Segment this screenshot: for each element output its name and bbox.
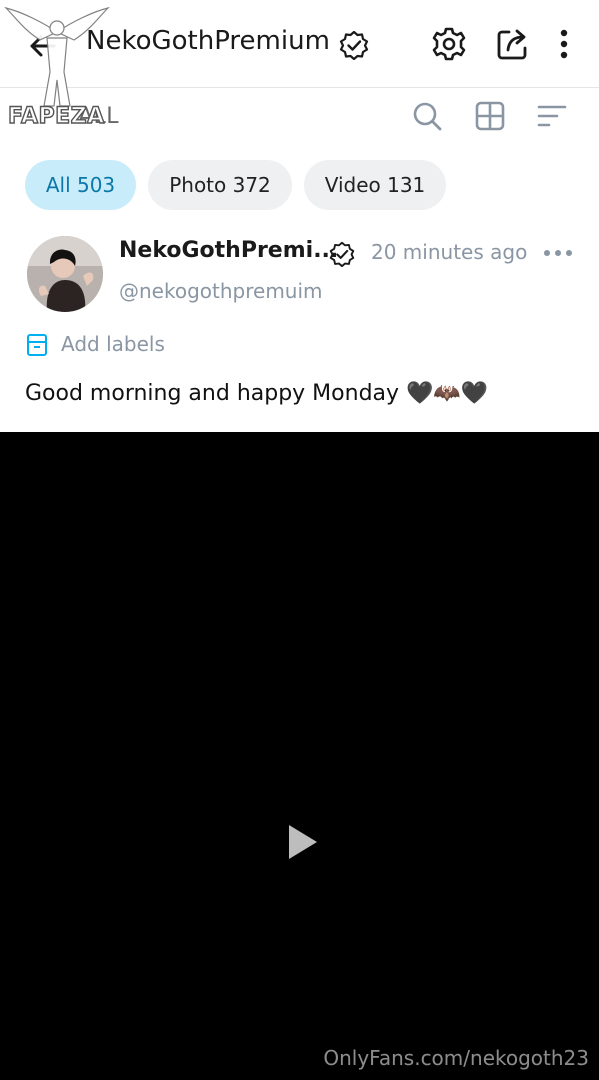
tab-video[interactable]: Video 131 (304, 160, 446, 210)
tab-photo[interactable]: Photo 372 (148, 160, 292, 210)
page-title: NekoGothPremium (86, 26, 330, 56)
gear-icon[interactable] (431, 26, 467, 62)
sort-icon[interactable] (536, 100, 568, 132)
watermark-logo-text: FAPEZA (7, 103, 105, 129)
tab-all[interactable]: All 503 (25, 160, 136, 210)
bottom-watermark: OnlyFans.com/nekogoth23 (323, 1046, 589, 1070)
video-player[interactable] (0, 432, 599, 1080)
more-horizontal-icon[interactable] (541, 238, 575, 268)
verified-badge-icon (339, 30, 369, 60)
grid-icon[interactable] (474, 100, 506, 132)
post-text: Good morning and happy Monday 🖤🦇🖤 (25, 381, 489, 406)
post-author[interactable]: NekoGothPremi... (119, 238, 338, 263)
search-icon[interactable] (411, 100, 443, 132)
more-vertical-icon[interactable] (548, 26, 580, 62)
add-labels-button[interactable]: Add labels (61, 332, 165, 356)
play-icon[interactable] (287, 823, 319, 861)
label-icon[interactable] (26, 333, 48, 357)
post-handle[interactable]: @nekogothpremuim (119, 279, 323, 303)
avatar[interactable] (27, 236, 103, 312)
share-icon[interactable] (495, 26, 531, 62)
verified-badge-icon (329, 241, 355, 267)
post-timestamp: 20 minutes ago (371, 240, 528, 264)
